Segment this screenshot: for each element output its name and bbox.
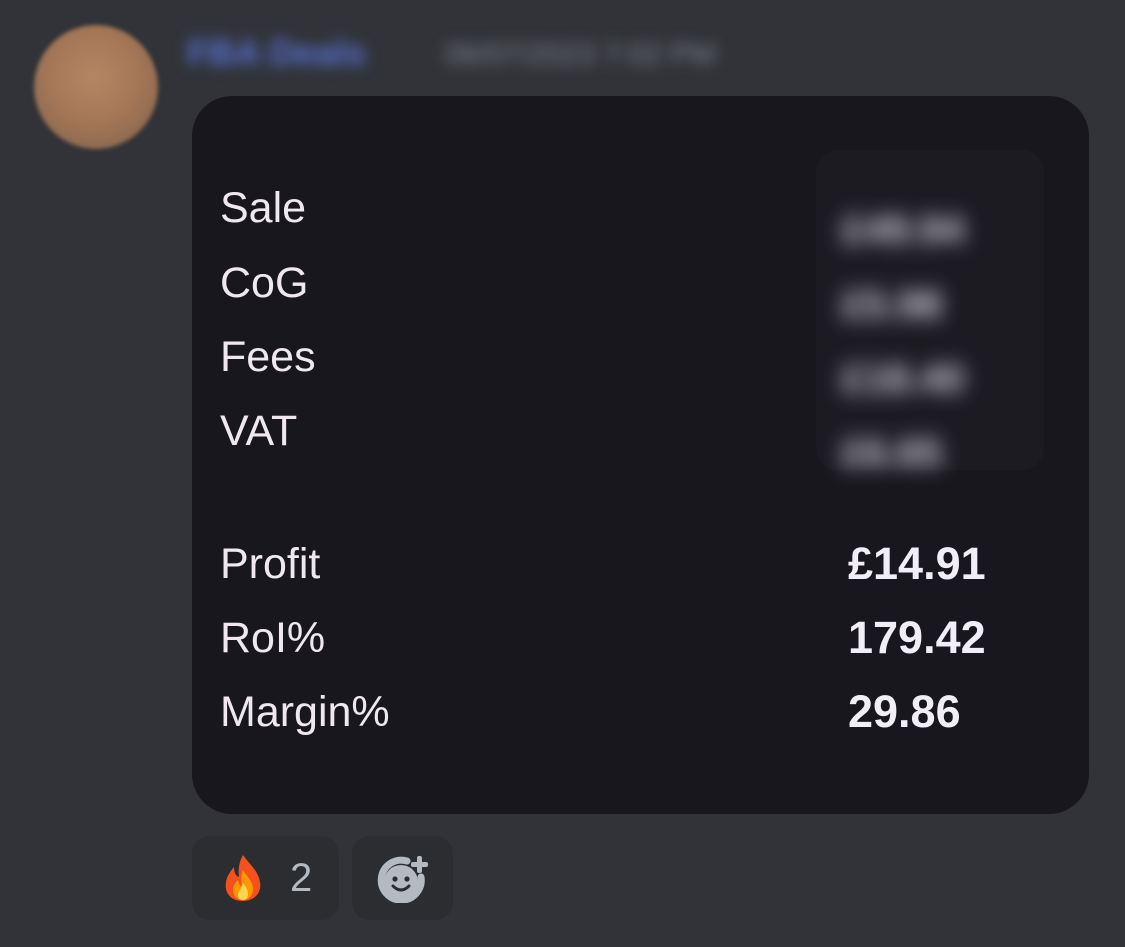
label-margin: Margin% — [220, 688, 390, 736]
value-cog: £5.98 — [842, 283, 943, 327]
value-margin: 29.86 — [848, 686, 961, 737]
message-embed-card: Sale CoG Fees VAT £49.94 £5.98 £18.40 £6… — [192, 96, 1089, 814]
reaction-count: 2 — [290, 856, 313, 900]
author-name[interactable]: FBA Deals — [187, 32, 366, 74]
label-profit: Profit — [220, 540, 321, 588]
value-fees: £18.40 — [842, 357, 965, 401]
label-cog: CoG — [220, 259, 309, 307]
label-roi: RoI% — [220, 614, 326, 662]
fire-reaction-button[interactable]: 2 — [192, 836, 339, 920]
add-reaction-icon — [377, 856, 428, 903]
value-vat: £6.65 — [842, 431, 943, 475]
fire-emoji-icon — [225, 855, 261, 901]
avatar[interactable] — [34, 25, 158, 149]
value-profit: £14.91 — [848, 538, 986, 589]
message-timestamp: 06/07/2023 7:02 PM — [445, 38, 716, 71]
value-sale: £49.94 — [842, 208, 965, 252]
label-sale: Sale — [220, 184, 307, 232]
blurred-values-panel: £49.94 £5.98 £18.40 £6.65 — [816, 150, 1044, 475]
label-vat: VAT — [220, 407, 298, 455]
value-roi: 179.42 — [848, 612, 986, 663]
label-fees: Fees — [220, 333, 316, 381]
message-header: FBA Deals 06/07/2023 7:02 PM — [183, 28, 848, 73]
add-reaction-button[interactable] — [352, 836, 453, 920]
